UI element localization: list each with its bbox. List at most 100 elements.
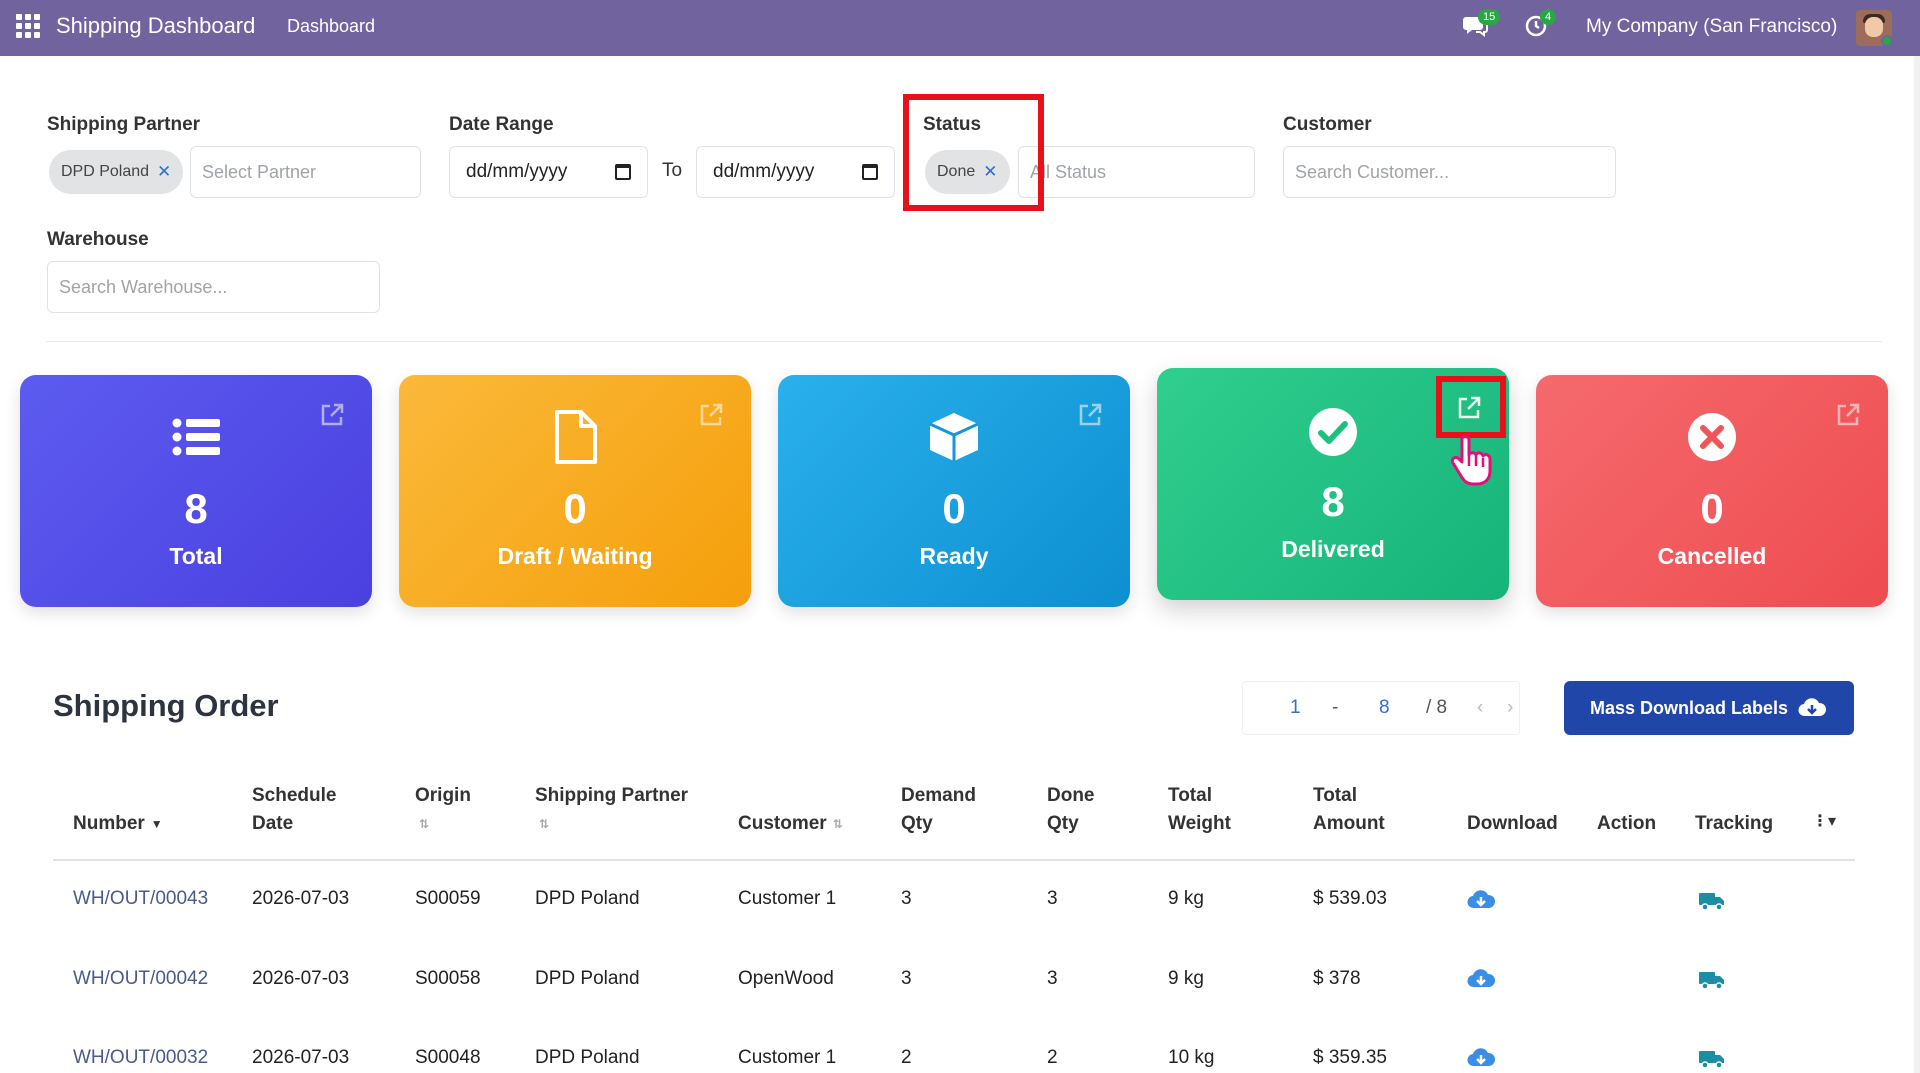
col-shipping-partner-label: Shipping Partner — [535, 785, 689, 806]
customer-cell: OpenWood — [738, 968, 834, 989]
total-label: Total — [169, 543, 223, 569]
schedule-date-cell: 2026-07-03 — [252, 1047, 350, 1068]
col-number-label: Number — [73, 813, 145, 835]
check-circle-icon — [1309, 408, 1357, 456]
order-number-link[interactable]: WH/OUT/00032 — [73, 1047, 208, 1069]
cancelled-card[interactable]: 0 Cancelled — [1536, 375, 1888, 607]
external-link-icon[interactable] — [1834, 401, 1862, 429]
cloud-download-icon[interactable] — [1467, 888, 1495, 912]
external-link-icon[interactable] — [1076, 401, 1104, 429]
mass-download-labels-button[interactable]: Mass Download Labels — [1564, 681, 1854, 735]
pager-from[interactable]: 1 — [1290, 697, 1301, 719]
col-total-amount-line1: Total — [1313, 785, 1357, 806]
shipping-partner-chip[interactable]: DPD Poland ✕ — [49, 150, 184, 194]
page-scrollbar[interactable] — [1914, 56, 1920, 1073]
order-number-link[interactable]: WH/OUT/00043 — [73, 888, 208, 910]
col-schedule-date-line1: Schedule — [252, 785, 337, 806]
external-link-icon[interactable] — [318, 401, 346, 429]
activities-button[interactable]: 4 — [1524, 9, 1557, 42]
col-total-weight[interactable]: Total Weight — [1168, 782, 1231, 838]
list-icon — [172, 418, 220, 456]
cloud-download-icon[interactable] — [1467, 1046, 1495, 1070]
activities-count-badge: 4 — [1540, 9, 1557, 25]
company-switcher[interactable]: My Company (San Francisco) — [1586, 16, 1837, 38]
calendar-icon[interactable] — [862, 164, 878, 180]
schedule-date-cell: 2026-07-03 — [252, 888, 350, 909]
warehouse-search-input[interactable]: Search Warehouse... — [47, 261, 380, 313]
customer-cell: Customer 1 — [738, 1047, 837, 1068]
done-qty-cell: 3 — [1047, 968, 1058, 989]
col-customer[interactable]: Customer ⇅ — [738, 810, 843, 838]
schedule-date-cell: 2026-07-03 — [252, 968, 350, 989]
sort-icon: ⇅ — [832, 817, 843, 831]
shipping-partner-cell: DPD Poland — [535, 888, 640, 909]
draft-waiting-card[interactable]: 0 Draft / Waiting — [399, 375, 751, 607]
col-total-weight-line2: Weight — [1168, 813, 1231, 834]
warehouse-label: Warehouse — [47, 229, 149, 250]
demand-qty-cell: 3 — [901, 888, 912, 909]
remove-chip-icon[interactable]: ✕ — [157, 162, 171, 182]
online-status-dot — [1881, 35, 1892, 46]
user-avatar[interactable] — [1856, 10, 1892, 46]
total-card[interactable]: 8 Total — [20, 375, 372, 607]
file-icon — [555, 410, 597, 464]
pager-to[interactable]: 8 — [1379, 697, 1390, 719]
customer-label: Customer — [1283, 114, 1372, 135]
date-from-input[interactable]: dd/mm/yyyy — [449, 146, 648, 198]
top-navbar: Shipping Dashboard Dashboard 15 4 My Com… — [0, 0, 1920, 56]
shipping-partner-cell: DPD Poland — [535, 1047, 640, 1068]
optional-columns-toggle-icon[interactable]: ⋮▾ — [1812, 808, 1836, 836]
shipping-partner-label: Shipping Partner — [47, 114, 201, 135]
chevron-left-icon[interactable]: ‹ — [1477, 697, 1483, 719]
col-total-amount-line2: Amount — [1313, 813, 1385, 834]
delivered-link-highlight-box — [1436, 376, 1506, 438]
truck-icon[interactable] — [1698, 888, 1726, 912]
col-done-qty-line2: Qty — [1047, 813, 1079, 834]
order-number-link[interactable]: WH/OUT/00042 — [73, 968, 208, 990]
col-origin[interactable]: Origin ⇅ — [415, 782, 471, 838]
truck-icon[interactable] — [1698, 1046, 1726, 1070]
external-link-icon[interactable] — [697, 401, 725, 429]
cancelled-count: 0 — [1700, 485, 1724, 532]
col-done-qty[interactable]: Done Qty — [1047, 782, 1095, 838]
apps-menu-icon[interactable] — [16, 14, 40, 38]
shipping-partner-input[interactable]: Select Partner — [190, 146, 421, 198]
app-title[interactable]: Shipping Dashboard — [56, 13, 255, 39]
customer-search-input[interactable]: Search Customer... — [1283, 146, 1616, 198]
calendar-icon[interactable] — [615, 164, 631, 180]
filters-divider — [46, 341, 1882, 342]
col-demand-qty[interactable]: Demand Qty — [901, 782, 976, 838]
done-qty-cell: 3 — [1047, 888, 1058, 909]
cloud-download-icon[interactable] — [1467, 967, 1495, 991]
col-demand-qty-line2: Qty — [901, 813, 933, 834]
status-input[interactable]: All Status — [1018, 146, 1255, 198]
date-range-label: Date Range — [449, 114, 554, 135]
total-weight-cell: 9 kg — [1168, 968, 1204, 989]
col-total-amount[interactable]: Total Amount — [1313, 782, 1385, 838]
col-customer-label: Customer — [738, 813, 827, 835]
sort-icon: ⇅ — [419, 817, 430, 831]
date-to-value: dd/mm/yyyy — [713, 161, 815, 182]
status-highlight-box — [903, 94, 1044, 211]
ready-card[interactable]: 0 Ready — [778, 375, 1130, 607]
truck-icon[interactable] — [1698, 967, 1726, 991]
messages-button[interactable]: 15 — [1462, 9, 1501, 42]
demand-qty-cell: 2 — [901, 1047, 912, 1068]
table-header-divider — [53, 859, 1855, 861]
menu-dashboard[interactable]: Dashboard — [287, 16, 375, 37]
hand-cursor-icon — [1450, 435, 1492, 486]
total-amount-cell: $ 359.35 — [1313, 1047, 1387, 1068]
date-to-input[interactable]: dd/mm/yyyy — [696, 146, 895, 198]
col-done-qty-line1: Done — [1047, 785, 1095, 806]
total-count: 8 — [184, 485, 208, 532]
col-schedule-date[interactable]: Schedule Date — [252, 782, 336, 838]
chevron-right-icon[interactable]: › — [1507, 697, 1513, 719]
demand-qty-cell: 3 — [901, 968, 912, 989]
col-shipping-partner[interactable]: Shipping Partner ⇅ — [535, 782, 688, 838]
chip-label: DPD Poland — [61, 163, 150, 180]
pager-total: / 8 — [1426, 697, 1448, 718]
total-amount-cell: $ 378 — [1313, 968, 1361, 989]
col-number[interactable]: Number ▼ — [73, 810, 163, 838]
col-download: Download — [1467, 813, 1558, 834]
col-total-weight-line1: Total — [1168, 785, 1212, 806]
